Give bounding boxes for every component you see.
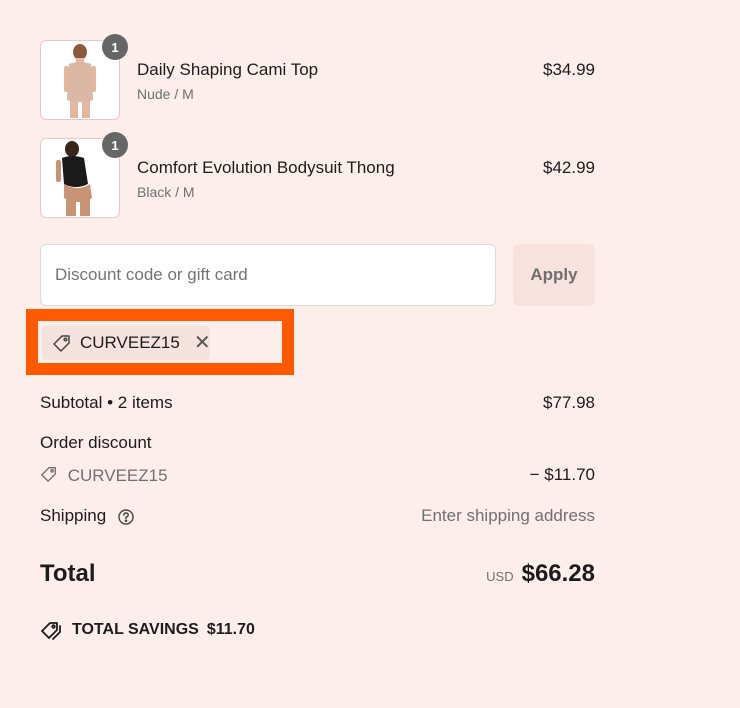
tag-icon bbox=[40, 620, 62, 640]
shipping-label: Shipping bbox=[40, 506, 107, 525]
cart-item: 1 Daily Shaping Cami Top Nude / M $34.99 bbox=[40, 34, 595, 120]
shipping-row: Shipping Enter shipping address bbox=[40, 506, 595, 526]
total-savings-value: $11.70 bbox=[206, 621, 255, 638]
applied-discount-chip: CURVEEZ15 ✕ bbox=[42, 326, 211, 360]
discount-code-row: CURVEEZ15 − $11.70 bbox=[40, 465, 595, 486]
discount-code-input[interactable] bbox=[40, 244, 496, 306]
product-price: $42.99 bbox=[543, 158, 595, 177]
product-thumbnail: 1 bbox=[40, 34, 128, 120]
currency-code: USD bbox=[486, 569, 514, 584]
applied-discount-code: CURVEEZ15 bbox=[80, 333, 180, 352]
order-discount-label: Order discount bbox=[40, 433, 152, 452]
discount-code-label: CURVEEZ15 bbox=[67, 466, 168, 485]
subtotal-value: $77.98 bbox=[543, 393, 595, 412]
product-price: $34.99 bbox=[543, 60, 595, 79]
total-savings-label: TOTAL SAVINGS bbox=[72, 621, 199, 638]
total-savings: TOTAL SAVINGS $11.70 bbox=[40, 620, 255, 640]
discount-value: − $11.70 bbox=[529, 465, 595, 484]
total-label: Total bbox=[40, 560, 96, 587]
tag-icon bbox=[40, 465, 58, 483]
apply-discount-button[interactable]: Apply bbox=[513, 244, 595, 306]
product-variant: Nude / M bbox=[137, 86, 194, 102]
quantity-badge: 1 bbox=[102, 132, 128, 158]
subtotal-label: Subtotal • 2 items bbox=[40, 393, 173, 412]
product-name: Comfort Evolution Bodysuit Thong bbox=[137, 158, 395, 177]
total-amount-group: USD $66.28 bbox=[486, 560, 595, 588]
product-name: Daily Shaping Cami Top bbox=[137, 60, 319, 79]
product-thumbnail: 1 bbox=[40, 132, 128, 218]
quantity-badge: 1 bbox=[102, 34, 128, 60]
product-variant: Black / M bbox=[137, 184, 195, 200]
subtotal-row: Subtotal • 2 items $77.98 bbox=[40, 393, 595, 413]
total-amount: $66.28 bbox=[521, 560, 595, 587]
cart-item: 1 Comfort Evolution Bodysuit Thong Black… bbox=[40, 132, 595, 218]
order-discount-row: Order discount bbox=[40, 433, 595, 453]
tag-icon bbox=[52, 333, 72, 353]
shipping-value: Enter shipping address bbox=[421, 506, 595, 525]
close-icon[interactable]: ✕ bbox=[194, 333, 211, 353]
help-icon[interactable] bbox=[117, 508, 135, 526]
